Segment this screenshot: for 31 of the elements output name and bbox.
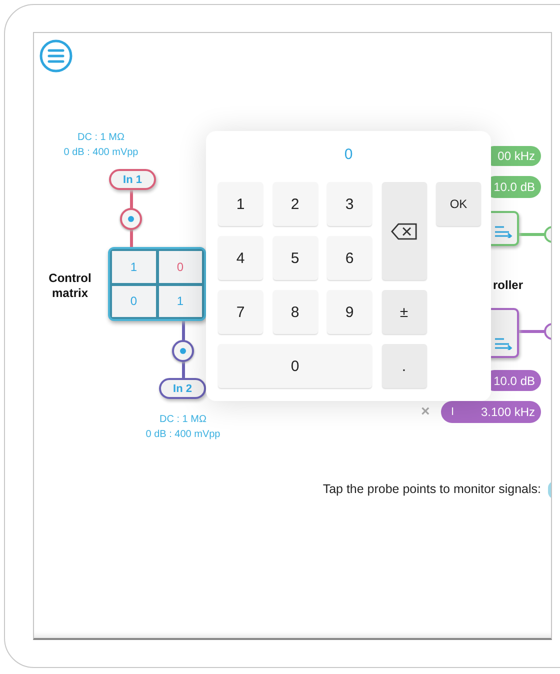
keypad-key[interactable]: 2 [272, 182, 318, 226]
keypad-key[interactable]: 5 [272, 236, 318, 280]
keypad-key[interactable]: 7 [218, 290, 263, 334]
keypad-key[interactable]: 3 [327, 182, 372, 226]
toggle-label: I [451, 406, 454, 418]
probe-point[interactable] [120, 208, 142, 230]
keypad-display: 0 [343, 146, 354, 164]
lines-arrow-icon [494, 336, 514, 350]
probe-hint: Tap the probe points to monitor signals: [322, 482, 541, 496]
keypad-key[interactable]: 4 [218, 236, 263, 280]
keypad-key[interactable]: 9 [327, 290, 372, 334]
keypad-key[interactable]: . [382, 344, 426, 388]
frequency-pill[interactable]: I 3.100 kHz [441, 401, 541, 423]
keypad-key[interactable]: 1 [218, 182, 263, 226]
ok-button[interactable]: OK [436, 182, 481, 226]
backspace-icon [391, 222, 417, 240]
input-info: 0 dB : 400 mVpp [144, 428, 222, 442]
keypad-key[interactable]: 6 [327, 236, 372, 280]
keypad-key[interactable]: 8 [272, 290, 318, 334]
matrix-label: Control matrix [48, 271, 92, 301]
menu-icon[interactable] [39, 39, 73, 73]
keypad-key[interactable]: ± [382, 290, 426, 334]
probe-point[interactable] [172, 340, 194, 362]
backspace-key[interactable] [382, 182, 426, 280]
frequency-value: 3.100 kHz [480, 405, 535, 419]
lines-arrow-icon [494, 224, 514, 238]
input-info: DC : 1 MΩ [158, 413, 208, 427]
input-info: 0 dB : 400 mVpp [62, 146, 140, 160]
controller-label: roller [493, 278, 524, 292]
input-info: DC : 1 MΩ [76, 131, 126, 145]
keypad-key[interactable]: 0 [218, 344, 372, 388]
